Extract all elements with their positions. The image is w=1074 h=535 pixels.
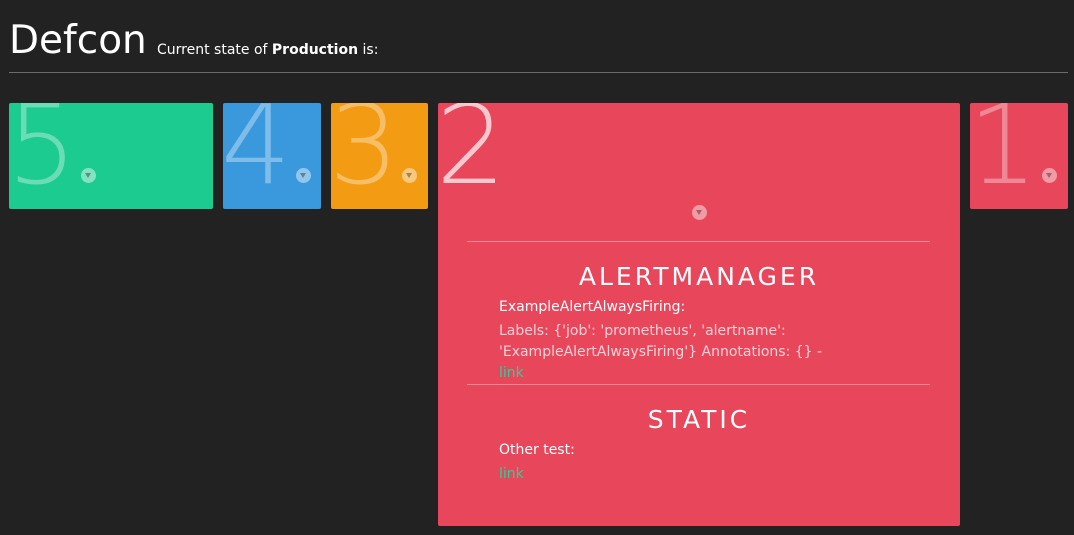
level-number: 2 [438, 103, 506, 209]
chevron-down-icon[interactable] [296, 168, 311, 183]
alert-link[interactable]: link [499, 365, 524, 381]
level-number: 3 [331, 103, 399, 209]
page-header: Defcon Current state of Production is: [9, 18, 1068, 73]
level-number: 4 [223, 103, 291, 209]
alert-name: ExampleAlertAlwaysFiring: [499, 299, 686, 315]
subtitle-prefix: Current state of [157, 42, 272, 58]
defcon-level-2[interactable]: 2 ALERTMANAGER ExampleAlertAlwaysFiring:… [438, 103, 960, 526]
level-number: 5 [9, 103, 77, 209]
subtitle-suffix: is: [358, 42, 379, 58]
alert-detail: link [499, 464, 839, 485]
level-number: 1 [970, 103, 1038, 209]
chevron-down-icon[interactable] [402, 168, 417, 183]
defcon-level-5[interactable]: 5 [9, 103, 213, 209]
section-divider [467, 241, 930, 242]
defcon-level-3[interactable]: 3 [331, 103, 428, 209]
defcon-level-1[interactable]: 1 [970, 103, 1068, 209]
static-link[interactable]: link [499, 466, 524, 482]
section-title-alertmanager: ALERTMANAGER [578, 262, 820, 291]
defcon-level-4[interactable]: 4 [223, 103, 321, 209]
current-state-text: Current state of Production is: [157, 40, 378, 60]
chevron-down-icon[interactable] [1042, 168, 1057, 183]
alert-name: Other test: [499, 442, 575, 458]
alert-detail: Labels: {'job': 'prometheus', 'alertname… [499, 321, 839, 384]
chevron-down-icon[interactable] [81, 168, 96, 183]
environment-name: Production [271, 42, 359, 58]
chevron-down-icon[interactable] [692, 205, 707, 220]
section-title-static: STATIC [647, 405, 751, 434]
section-divider [467, 384, 930, 385]
alert-labels: Labels: {'job': 'prometheus', 'alertname… [499, 323, 823, 360]
page-title: Defcon [9, 18, 147, 63]
